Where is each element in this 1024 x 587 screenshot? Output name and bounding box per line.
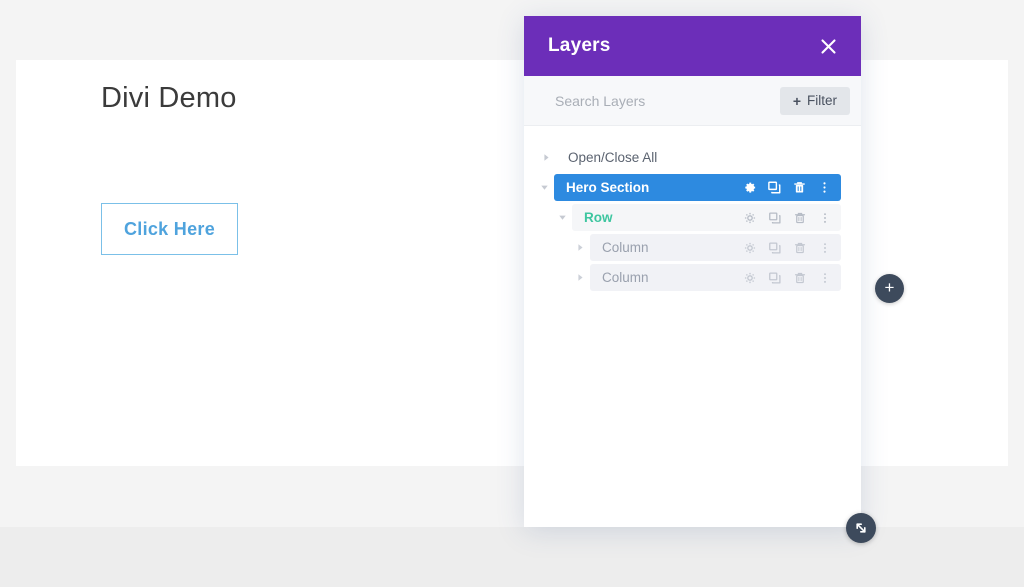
- layers-panel: Layers + Filter Open/Close All: [524, 16, 861, 527]
- trash-icon[interactable]: [792, 270, 807, 285]
- trash-icon[interactable]: [792, 180, 807, 195]
- duplicate-icon[interactable]: [767, 210, 782, 225]
- more-vertical-icon[interactable]: [817, 270, 832, 285]
- layers-tree: Open/Close All Hero Section Row Column C…: [524, 126, 861, 527]
- close-icon[interactable]: [816, 34, 840, 58]
- click-here-button[interactable]: Click Here: [101, 203, 238, 255]
- duplicate-icon[interactable]: [767, 240, 782, 255]
- tree-row-label: Open/Close All: [568, 150, 658, 165]
- chevron-right-icon[interactable]: [536, 153, 556, 162]
- tree-row-pill[interactable]: Row: [572, 204, 841, 231]
- tree-row-pill[interactable]: Hero Section: [554, 174, 841, 201]
- trash-icon[interactable]: [792, 210, 807, 225]
- layers-search-bar: + Filter: [524, 76, 861, 126]
- gear-icon[interactable]: [742, 240, 757, 255]
- gear-icon[interactable]: [742, 270, 757, 285]
- chevron-down-icon[interactable]: [552, 213, 572, 222]
- plus-icon: +: [792, 92, 801, 109]
- chevron-right-icon[interactable]: [570, 273, 590, 282]
- tree-row-actions: [742, 270, 832, 285]
- layers-panel-header: Layers: [524, 16, 861, 76]
- tree-row-label: Column: [602, 240, 649, 255]
- tree-row-actions: [742, 180, 832, 195]
- tree-row-pill[interactable]: Column: [590, 264, 841, 291]
- tree-row-label: Hero Section: [566, 180, 650, 195]
- more-vertical-icon[interactable]: [817, 210, 832, 225]
- tree-row-actions: [742, 240, 832, 255]
- more-vertical-icon[interactable]: [817, 180, 832, 195]
- tree-row-label: Row: [584, 210, 613, 225]
- trash-icon[interactable]: [792, 240, 807, 255]
- tree-row-column[interactable]: Column: [570, 234, 841, 261]
- search-input[interactable]: [555, 85, 780, 116]
- resize-diagonal-icon[interactable]: [846, 513, 876, 543]
- tree-row-row[interactable]: Row: [552, 204, 841, 231]
- tree-row-column[interactable]: Column: [570, 264, 841, 291]
- filter-button[interactable]: + Filter: [779, 86, 850, 115]
- panel-title: Layers: [548, 35, 611, 56]
- tree-row-actions: [742, 210, 832, 225]
- page-title: Divi Demo: [101, 82, 237, 114]
- chevron-right-icon[interactable]: [570, 243, 590, 252]
- duplicate-icon[interactable]: [767, 270, 782, 285]
- add-section-button[interactable]: +: [875, 274, 904, 303]
- duplicate-icon[interactable]: [767, 180, 782, 195]
- tree-row-hero-section[interactable]: Hero Section: [534, 174, 841, 201]
- gear-icon[interactable]: [742, 210, 757, 225]
- tree-row-open-close-all[interactable]: Open/Close All: [524, 144, 861, 171]
- tree-row-label: Column: [602, 270, 649, 285]
- gear-icon[interactable]: [742, 180, 757, 195]
- filter-button-label: Filter: [807, 93, 837, 108]
- more-vertical-icon[interactable]: [817, 240, 832, 255]
- tree-row-pill[interactable]: Column: [590, 234, 841, 261]
- plus-icon: +: [884, 278, 895, 297]
- chevron-down-icon[interactable]: [534, 183, 554, 192]
